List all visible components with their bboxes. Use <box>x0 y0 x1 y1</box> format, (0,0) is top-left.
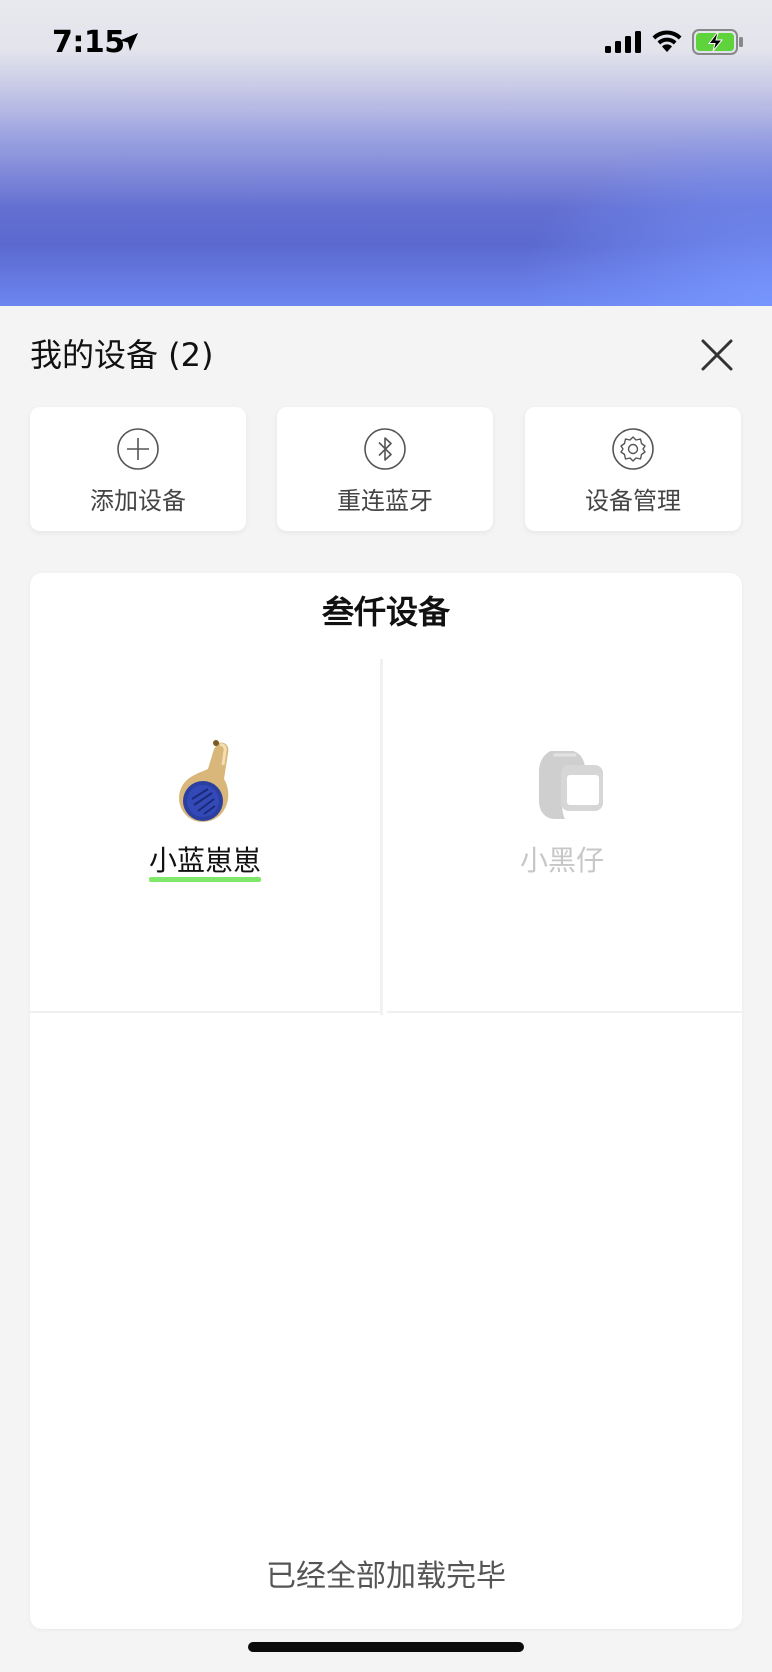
status-time: 7:15 <box>52 25 125 60</box>
plus-circle-icon <box>117 428 159 470</box>
load-complete-text: 已经全部加载完毕 <box>266 1559 506 1594</box>
devices-panel: 叁仟设备 小蓝崽崽 小黑仔 已经全部加载完毕 <box>30 573 742 1629</box>
device-management-label: 设备管理 <box>585 487 681 515</box>
blue-pendant-device-icon <box>179 740 229 822</box>
reconnect-bluetooth-button[interactable]: 重连蓝牙 <box>277 407 493 531</box>
bluetooth-icon <box>364 428 406 470</box>
grid-divider <box>380 659 383 1015</box>
cellular-signal-icon <box>605 31 641 53</box>
devices-panel-title: 叁仟设备 <box>321 593 450 631</box>
grid-divider <box>30 1011 380 1013</box>
device-management-button[interactable]: 设备管理 <box>525 407 741 531</box>
device-name: 小黑仔 <box>519 844 604 877</box>
wifi-icon <box>652 30 682 52</box>
location-arrow-icon <box>120 33 138 51</box>
grid-divider <box>387 1011 742 1013</box>
camera-device-icon <box>539 751 603 819</box>
close-icon[interactable] <box>700 338 734 372</box>
sheet-title: 我的设备 (2) <box>30 336 214 374</box>
status-bar: 7:15 <box>0 0 772 90</box>
battery-charging-icon <box>692 29 743 55</box>
add-device-label: 添加设备 <box>90 487 186 515</box>
gear-icon <box>612 428 654 470</box>
home-indicator[interactable] <box>248 1642 524 1652</box>
reconnect-bluetooth-label: 重连蓝牙 <box>337 487 433 515</box>
device-card-xiaolan[interactable]: 小蓝崽崽 <box>30 659 380 1011</box>
header-gradient-banner: 7:15 <box>0 0 772 306</box>
device-card-xiaohei[interactable]: 小黑仔 <box>387 659 737 1011</box>
selected-indicator <box>149 877 261 882</box>
add-device-button[interactable]: 添加设备 <box>30 407 246 531</box>
device-name: 小蓝崽崽 <box>148 844 261 877</box>
